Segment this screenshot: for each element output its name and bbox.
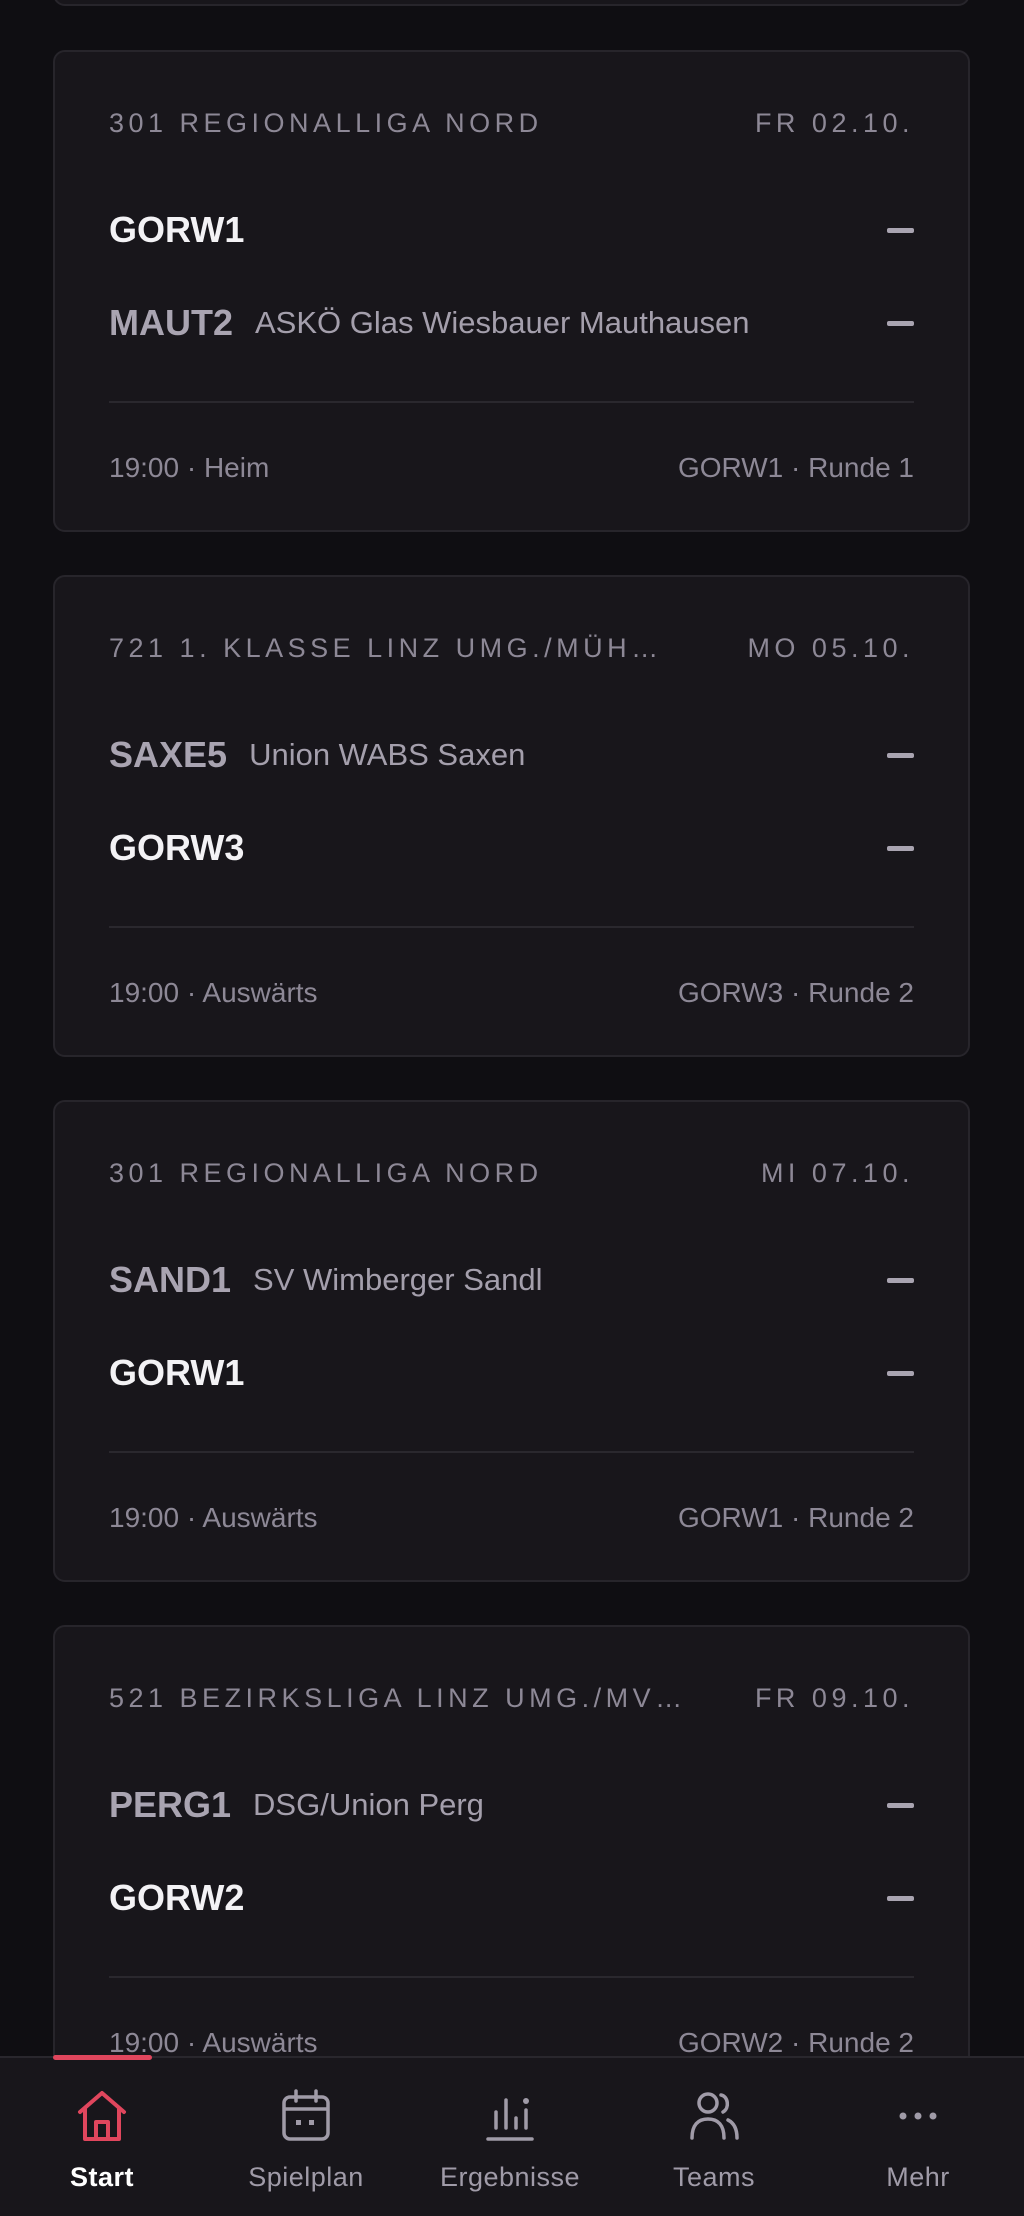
match-time-venue: 19:00 · Heim — [109, 452, 270, 483]
team-row: GORW1 — [109, 1348, 914, 1398]
team-name: DSG/Union Perg — [253, 1787, 484, 1822]
match-card-header: 301 REGIONALLIGA NORD MI 07.10. — [109, 1158, 914, 1189]
match-card-header: 721 1. KLASSE LINZ UMG./MÜH… MO 05.10. — [109, 633, 914, 664]
app-viewport: 301 REGIONALLIGA NORD FR 02.10. GORW1 MA… — [0, 0, 1024, 2216]
card-divider — [109, 401, 914, 403]
match-date: FR 02.10. — [754, 108, 914, 138]
score-placeholder — [887, 227, 914, 233]
match-card[interactable]: 721 1. KLASSE LINZ UMG./MÜH… MO 05.10. S… — [53, 575, 970, 1057]
team-code: GORW2 — [109, 1877, 245, 1918]
nav-label: Start — [69, 2162, 134, 2192]
match-card[interactable]: 301 REGIONALLIGA NORD MI 07.10. SAND1 SV… — [53, 1100, 970, 1582]
team-code: GORW3 — [109, 827, 245, 868]
team-row: MAUT2 ASKÖ Glas Wiesbauer Mauthausen — [109, 298, 914, 348]
nav-label: Ergebnisse — [439, 2162, 581, 2192]
score-placeholder — [887, 845, 914, 851]
team-name: Union WABS Saxen — [249, 737, 526, 772]
nav-label: Mehr — [886, 2162, 950, 2192]
score-placeholder — [887, 1277, 914, 1283]
nav-label: Spielplan — [248, 2162, 364, 2192]
match-card-footer: 19:00 · Auswärts GORW1 · Runde 2 — [109, 1502, 914, 1534]
match-date: MO 05.10. — [747, 633, 914, 663]
match-time-venue: 19:00 · Auswärts — [109, 1502, 318, 1533]
team-code: GORW1 — [109, 1352, 245, 1393]
score-placeholder — [887, 1802, 914, 1808]
match-round: GORW1 · Runde 1 — [677, 452, 914, 483]
more-dots-icon — [899, 2112, 937, 2120]
match-card[interactable]: 301 REGIONALLIGA NORD FR 02.10. GORW1 MA… — [53, 50, 970, 532]
match-card-header: 301 REGIONALLIGA NORD FR 02.10. — [109, 108, 914, 139]
results-chart-icon — [486, 2098, 534, 2141]
match-round: GORW2 · Runde 2 — [677, 2027, 914, 2058]
card-divider — [109, 1451, 914, 1453]
match-round: GORW1 · Runde 2 — [677, 1502, 914, 1533]
calendar-icon — [282, 2089, 330, 2141]
team-row: GORW2 — [109, 1873, 914, 1923]
card-divider — [109, 1976, 914, 1978]
team-code: PERG1 — [109, 1784, 232, 1825]
team-row: GORW1 — [109, 205, 914, 255]
match-card-footer: 19:00 · Auswärts GORW2 · Runde 2 — [109, 2027, 914, 2059]
team-code: GORW1 — [109, 209, 245, 250]
match-card-header: 521 BEZIRKSLIGA LINZ UMG./MV… FR 09.10. — [109, 1683, 914, 1714]
match-round: GORW3 · Runde 2 — [677, 977, 914, 1008]
match-date: MI 07.10. — [760, 1158, 914, 1188]
team-row: GORW3 — [109, 823, 914, 873]
match-card-footer: 19:00 · Auswärts GORW3 · Runde 2 — [109, 977, 914, 1009]
league-name: 301 REGIONALLIGA NORD — [109, 1158, 543, 1188]
league-name: 301 REGIONALLIGA NORD — [109, 108, 543, 138]
nav-item-teams[interactable]: Teams — [612, 2058, 816, 2216]
teams-icon — [690, 2092, 739, 2140]
score-placeholder — [887, 1370, 914, 1376]
team-row: PERG1 DSG/Union Perg — [109, 1780, 914, 1830]
match-card[interactable]: 521 BEZIRKSLIGA LINZ UMG./MV… FR 09.10. … — [53, 1625, 970, 2107]
team-code: SAXE5 — [109, 734, 228, 775]
nav-item-spielplan[interactable]: Spielplan — [204, 2058, 408, 2216]
team-row: SAXE5 Union WABS Saxen — [109, 730, 914, 780]
home-icon — [78, 2091, 126, 2141]
team-row: SAND1 SV Wimberger Sandl — [109, 1255, 914, 1305]
match-card-footer: 19:00 · Heim GORW1 · Runde 1 — [109, 452, 914, 484]
team-code: MAUT2 — [109, 302, 233, 343]
bottom-navigation: Start Spielplan Ergebnisse Teams Mehr — [0, 2055, 1024, 2216]
team-code: SAND1 — [109, 1259, 232, 1300]
match-date: FR 09.10. — [754, 1683, 914, 1713]
match-time-venue: 19:00 · Auswärts — [109, 977, 318, 1008]
nav-label: Teams — [672, 2162, 756, 2192]
team-name: SV Wimberger Sandl — [253, 1262, 543, 1297]
score-placeholder — [887, 752, 914, 758]
score-placeholder — [887, 1895, 914, 1901]
previous-match-card-edge[interactable] — [53, 0, 970, 6]
league-name: 521 BEZIRKSLIGA LINZ UMG./MV… — [109, 1683, 687, 1713]
nav-item-start[interactable]: Start — [0, 2058, 204, 2216]
nav-item-ergebnisse[interactable]: Ergebnisse — [408, 2058, 612, 2216]
nav-item-mehr[interactable]: Mehr — [816, 2058, 1020, 2216]
league-name: 721 1. KLASSE LINZ UMG./MÜH… — [109, 633, 663, 663]
score-placeholder — [887, 320, 914, 326]
team-name: ASKÖ Glas Wiesbauer Mauthausen — [255, 305, 750, 340]
card-divider — [109, 926, 914, 928]
